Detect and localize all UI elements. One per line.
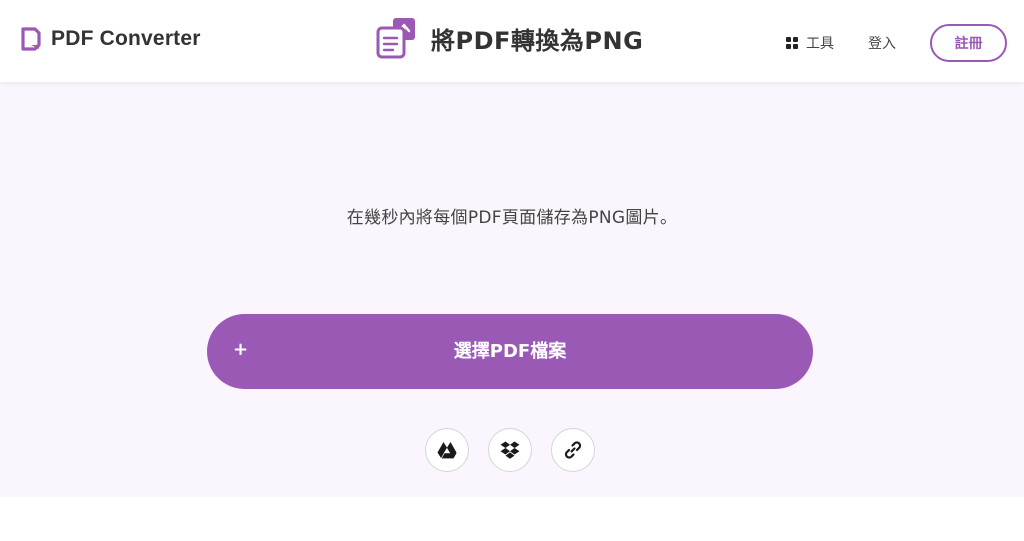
- pdf-converter-logo-icon: [21, 27, 41, 51]
- google-drive-icon: [437, 442, 457, 459]
- dropbox-icon: [500, 441, 520, 459]
- nav-tools-label: 工具: [806, 36, 834, 52]
- page-title: 將PDF轉換為PNG: [431, 26, 644, 55]
- link-icon: [564, 441, 582, 459]
- brand-name: PDF Converter: [51, 27, 201, 50]
- hero-subtitle: 在幾秒內將每個PDF頁面儲存為PNG圖片。: [346, 208, 678, 228]
- choose-pdf-label: 選擇PDF檔案: [453, 341, 567, 362]
- dropbox-button[interactable]: [488, 428, 532, 472]
- pdf-to-image-icon: [376, 18, 415, 59]
- nav-tools-menu[interactable]: 工具: [786, 33, 834, 53]
- brand-logo-link[interactable]: PDF Converter: [20, 27, 201, 51]
- grid-icon: [786, 37, 798, 49]
- signup-button[interactable]: 註冊: [930, 24, 1007, 62]
- google-drive-button[interactable]: [425, 428, 469, 472]
- upload-source-row: [425, 428, 595, 472]
- upload-hero: 在幾秒內將每個PDF頁面儲存為PNG圖片。 + 選擇PDF檔案: [0, 82, 1024, 497]
- url-link-button[interactable]: [551, 428, 595, 472]
- login-link[interactable]: 登入: [868, 33, 896, 53]
- page-heading: 將PDF轉換為PNG: [375, 16, 643, 60]
- top-header: PDF Converter 將PDF轉換為PNG 工具 登入 註冊: [0, 0, 1024, 82]
- choose-pdf-button[interactable]: + 選擇PDF檔案: [207, 314, 813, 389]
